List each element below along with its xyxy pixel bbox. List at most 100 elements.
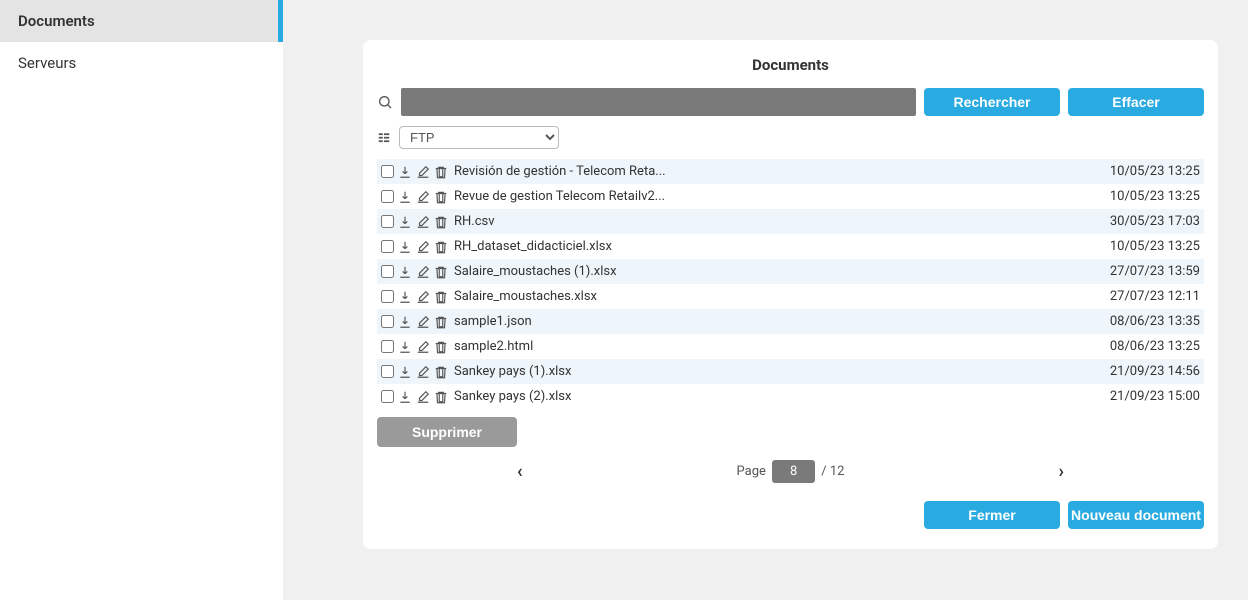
download-icon[interactable]	[398, 215, 412, 229]
main-area: Documents Rechercher Effacer FTP Revisió…	[283, 0, 1248, 600]
row-actions	[398, 165, 448, 179]
download-icon[interactable]	[398, 165, 412, 179]
server-row: FTP	[377, 126, 1204, 149]
document-date: 08/06/23 13:25	[1110, 339, 1200, 354]
edit-icon[interactable]	[416, 290, 430, 304]
edit-icon[interactable]	[416, 165, 430, 179]
table-row: RH_dataset_didacticiel.xlsx10/05/23 13:2…	[377, 234, 1204, 259]
sidebar-item-documents[interactable]: Documents	[0, 0, 283, 42]
trash-icon[interactable]	[434, 290, 448, 304]
trash-icon[interactable]	[434, 365, 448, 379]
row-actions	[398, 340, 448, 354]
download-icon[interactable]	[398, 315, 412, 329]
sidebar: Documents Serveurs	[0, 0, 283, 600]
download-icon[interactable]	[398, 240, 412, 254]
document-date: 27/07/23 12:11	[1110, 289, 1200, 304]
document-date: 10/05/23 13:25	[1110, 189, 1200, 204]
row-actions	[398, 390, 448, 404]
document-name: sample2.html	[454, 339, 1110, 354]
trash-icon[interactable]	[434, 265, 448, 279]
table-row: Sankey pays (1).xlsx21/09/23 14:56	[377, 359, 1204, 384]
search-icon	[377, 94, 393, 110]
delete-button[interactable]: Supprimer	[377, 417, 517, 447]
table-row: Salaire_moustaches (1).xlsx27/07/23 13:5…	[377, 259, 1204, 284]
document-list: Revisión de gestión - Telecom Reta...10/…	[377, 159, 1204, 409]
row-checkbox[interactable]	[381, 240, 394, 253]
document-date: 30/05/23 17:03	[1110, 214, 1200, 229]
download-icon[interactable]	[398, 190, 412, 204]
trash-icon[interactable]	[434, 340, 448, 354]
document-name: Sankey pays (1).xlsx	[454, 364, 1110, 379]
total-pages: / 12	[821, 464, 844, 479]
download-icon[interactable]	[398, 365, 412, 379]
trash-icon[interactable]	[434, 315, 448, 329]
footer-buttons: Fermer Nouveau document	[377, 501, 1204, 529]
download-icon[interactable]	[398, 390, 412, 404]
edit-icon[interactable]	[416, 190, 430, 204]
row-actions	[398, 265, 448, 279]
row-actions	[398, 240, 448, 254]
document-date: 10/05/23 13:25	[1110, 239, 1200, 254]
document-name: Revisión de gestión - Telecom Reta...	[454, 164, 1110, 179]
row-actions	[398, 365, 448, 379]
edit-icon[interactable]	[416, 265, 430, 279]
current-page[interactable]: 8	[772, 460, 815, 483]
row-actions	[398, 215, 448, 229]
document-date: 21/09/23 15:00	[1110, 389, 1200, 404]
server-select[interactable]: FTP	[399, 126, 559, 149]
trash-icon[interactable]	[434, 165, 448, 179]
document-name: RH.csv	[454, 214, 1110, 229]
row-checkbox[interactable]	[381, 190, 394, 203]
sidebar-item-serveurs[interactable]: Serveurs	[0, 42, 283, 84]
document-name: Salaire_moustaches (1).xlsx	[454, 264, 1110, 279]
table-row: Salaire_moustaches.xlsx27/07/23 12:11	[377, 284, 1204, 309]
document-name: Sankey pays (2).xlsx	[454, 389, 1110, 404]
table-row: RH.csv30/05/23 17:03	[377, 209, 1204, 234]
download-icon[interactable]	[398, 265, 412, 279]
download-icon[interactable]	[398, 340, 412, 354]
page-label: Page	[737, 464, 766, 479]
row-checkbox[interactable]	[381, 365, 394, 378]
row-checkbox[interactable]	[381, 165, 394, 178]
edit-icon[interactable]	[416, 315, 430, 329]
row-checkbox[interactable]	[381, 315, 394, 328]
row-checkbox[interactable]	[381, 390, 394, 403]
sidebar-item-label: Documents	[18, 12, 95, 30]
document-date: 10/05/23 13:25	[1110, 164, 1200, 179]
edit-icon[interactable]	[416, 340, 430, 354]
document-date: 27/07/23 13:59	[1110, 264, 1200, 279]
document-date: 08/06/23 13:35	[1110, 314, 1200, 329]
row-actions	[398, 190, 448, 204]
row-checkbox[interactable]	[381, 340, 394, 353]
table-row: Revisión de gestión - Telecom Reta...10/…	[377, 159, 1204, 184]
trash-icon[interactable]	[434, 190, 448, 204]
sidebar-item-label: Serveurs	[18, 54, 76, 72]
row-actions	[398, 290, 448, 304]
prev-page-icon[interactable]: ‹	[517, 461, 523, 482]
panel-title: Documents	[377, 56, 1204, 74]
search-input[interactable]	[401, 88, 916, 116]
clear-button[interactable]: Effacer	[1068, 88, 1204, 116]
new-document-button[interactable]: Nouveau document	[1068, 501, 1204, 529]
edit-icon[interactable]	[416, 365, 430, 379]
row-checkbox[interactable]	[381, 290, 394, 303]
row-checkbox[interactable]	[381, 215, 394, 228]
next-page-icon[interactable]: ›	[1059, 461, 1064, 482]
row-checkbox[interactable]	[381, 265, 394, 278]
trash-icon[interactable]	[434, 390, 448, 404]
close-button[interactable]: Fermer	[924, 501, 1060, 529]
download-icon[interactable]	[398, 290, 412, 304]
table-row: sample2.html08/06/23 13:25	[377, 334, 1204, 359]
document-name: RH_dataset_didacticiel.xlsx	[454, 239, 1110, 254]
edit-icon[interactable]	[416, 215, 430, 229]
edit-icon[interactable]	[416, 390, 430, 404]
trash-icon[interactable]	[434, 215, 448, 229]
document-date: 21/09/23 14:56	[1110, 364, 1200, 379]
search-button[interactable]: Rechercher	[924, 88, 1060, 116]
edit-icon[interactable]	[416, 240, 430, 254]
trash-icon[interactable]	[434, 240, 448, 254]
row-actions	[398, 315, 448, 329]
table-row: sample1.json08/06/23 13:35	[377, 309, 1204, 334]
list-icon	[377, 131, 391, 145]
document-name: Revue de gestion Telecom Retailv2...	[454, 189, 1110, 204]
